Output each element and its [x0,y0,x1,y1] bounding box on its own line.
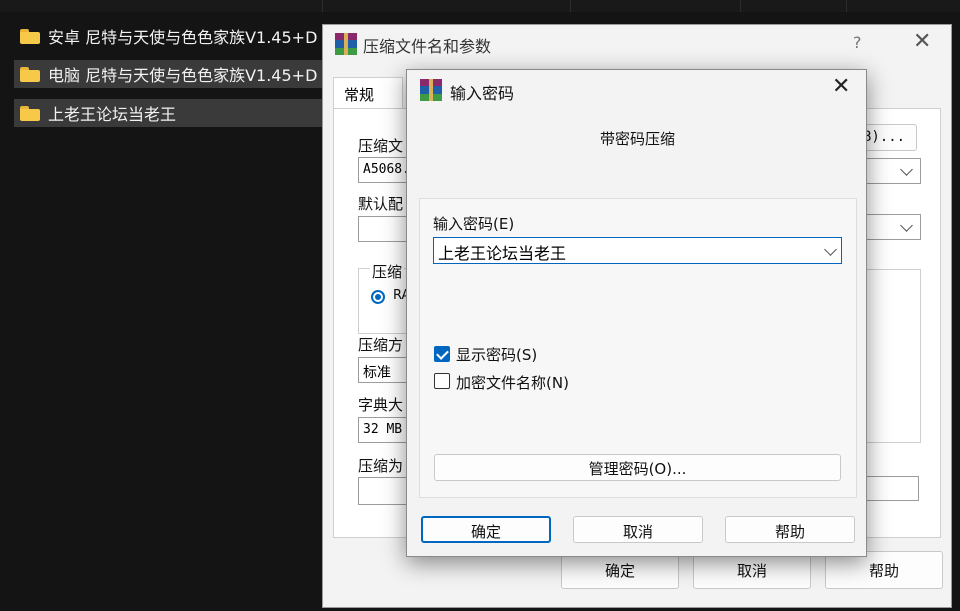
encrypt-filenames-label[interactable]: 加密文件名称(N) [456,372,569,393]
dictionary-size-label: 字典大 [358,396,404,414]
close-icon[interactable]: ✕ [832,74,850,99]
dialog-title: 压缩文件名和参数 [363,37,492,56]
column-separator [570,0,571,12]
help-icon[interactable]: ? [853,33,862,52]
dialog-title: 输入密码 [450,84,515,103]
show-password-checkbox[interactable] [434,346,450,362]
password-input[interactable]: 上老王论坛当老王 [433,237,842,264]
winrar-icon [420,79,442,101]
chevron-down-icon[interactable] [824,243,837,256]
file-name: 电脑 尼特与天使与色色家族V1.45+D [48,66,318,85]
folder-icon [20,105,40,121]
explorer-column-header-strip [0,0,960,12]
close-icon[interactable]: ✕ [913,29,931,54]
archive-name-label: 压缩文 [358,137,404,155]
file-row-laowang[interactable]: 上老王论坛当老王 [14,99,334,127]
format-rar-radio[interactable] [371,290,385,304]
winrar-icon [335,33,357,55]
cancel-button[interactable]: 取消 [573,516,703,543]
manage-passwords-button[interactable]: 管理密码(O)... [434,454,841,481]
archive-name-dropdown[interactable] [859,158,921,184]
password-value: 上老王论坛当老王 [438,244,567,263]
show-password-label[interactable]: 显示密码(S) [456,344,537,365]
column-separator [322,0,323,12]
enter-password-dialog: 输入密码 ✕ 带密码压缩 输入密码(E) 上老王论坛当老王 显示密码(S) 加密… [406,69,867,557]
ok-button[interactable]: 确定 [421,516,551,543]
folder-icon [20,28,40,44]
chevron-down-icon [900,219,913,232]
password-label: 输入密码(E) [433,215,515,233]
method-label: 压缩方 [358,336,404,354]
file-name: 上老王论坛当老王 [48,105,177,124]
tab-general[interactable]: 常规 [333,77,403,109]
file-row-pc[interactable]: 电脑 尼特与天使与色色家族V1.45+D [14,60,334,88]
column-separator [846,0,847,12]
options-group [859,269,921,443]
file-row-android[interactable]: 安卓 尼特与天使与色色家族V1.45+D [14,22,334,50]
help-button[interactable]: 帮助 [725,516,855,543]
encrypt-filenames-checkbox[interactable] [434,373,450,389]
file-name: 安卓 尼特与天使与色色家族V1.45+D [48,28,318,47]
folder-icon [20,66,40,82]
column-separator [740,0,741,12]
default-profile-label: 默认配 [358,195,404,213]
format-group-label: 压缩 [370,261,405,282]
dialog-heading: 带密码压缩 [599,130,675,148]
parameters-input[interactable] [859,476,919,501]
update-mode-dropdown[interactable] [859,214,921,240]
chevron-down-icon [900,163,913,176]
split-volumes-label: 压缩为 [358,457,404,475]
